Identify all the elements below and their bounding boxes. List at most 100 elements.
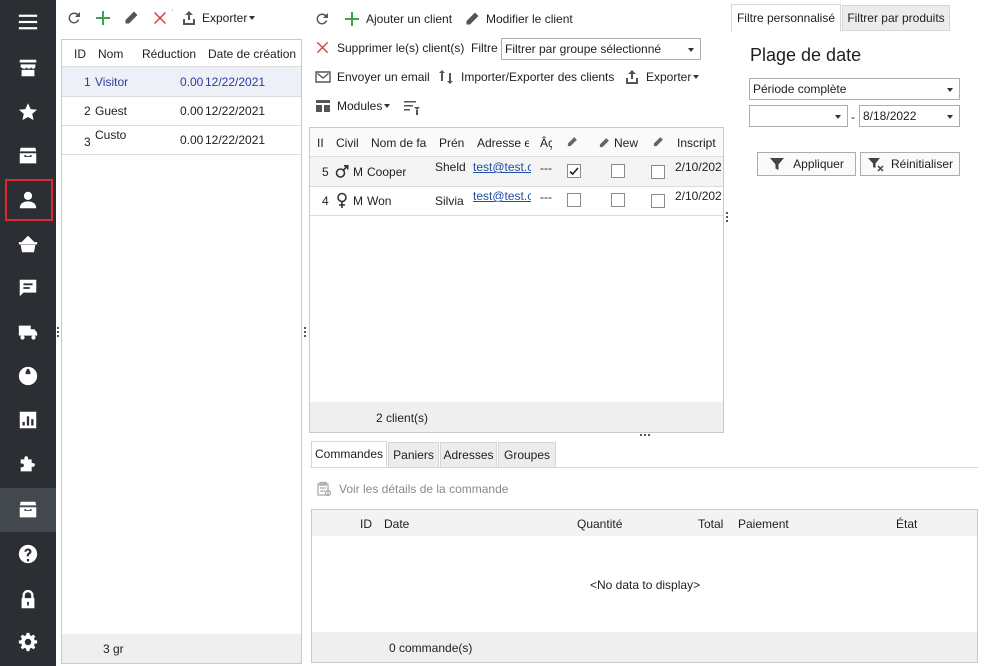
active-checkbox[interactable] <box>567 193 581 207</box>
sidebar-item-store[interactable] <box>0 46 56 90</box>
orders-col-payment[interactable]: Paiement <box>738 517 789 531</box>
orders-col-date[interactable]: Date <box>384 517 409 531</box>
edit-client-button[interactable]: Modifier le client <box>464 11 573 27</box>
orders-col-quantity[interactable]: Quantité <box>577 517 622 531</box>
chevron-down-icon <box>693 75 700 79</box>
groups-export-button[interactable]: Exporter <box>181 10 256 26</box>
clients-export-label: Exporter <box>646 70 692 84</box>
table-row[interactable]: 3 Custo 0.00 12/22/2021 <box>62 126 301 154</box>
modules-button[interactable]: Modules <box>315 98 391 114</box>
groups-refresh-button[interactable] <box>66 10 82 26</box>
groups-add-button[interactable] <box>95 10 111 26</box>
sidebar-item-settings[interactable] <box>0 620 56 664</box>
tab-custom-filter[interactable]: Filtre personnalisé <box>731 4 841 32</box>
newsletter-checkbox[interactable] <box>611 164 625 178</box>
optin-checkbox[interactable] <box>651 165 665 179</box>
sidebar-item-orders[interactable] <box>0 134 56 178</box>
date-range-title: Plage de date <box>750 45 862 65</box>
horizontal-splitter-handle[interactable] <box>640 434 650 437</box>
clients-col-registered[interactable]: Inscript <box>677 136 721 150</box>
clients-refresh-button[interactable] <box>314 11 330 27</box>
chevron-down-icon <box>835 115 841 119</box>
sidebar-item-help[interactable] <box>0 532 56 576</box>
sidebar-item-security[interactable] <box>0 578 56 622</box>
date-from-select[interactable] <box>749 105 848 127</box>
add-client-label: Ajouter un client <box>366 12 453 26</box>
chevron-down-icon <box>947 88 953 92</box>
filter-select[interactable]: Filtrer par groupe sélectionné <box>501 38 701 60</box>
filter-label: Filtre <box>471 41 498 55</box>
client-email-link[interactable]: test@test.c <box>473 160 531 174</box>
table-row[interactable]: 5 M Cooper Sheld test@test.c --- 2/10/20… <box>310 157 723 186</box>
date-to-select[interactable]: 8/18/2022 <box>859 105 960 127</box>
sidebar-item-shipping[interactable] <box>0 310 56 354</box>
middle-splitter-handle[interactable] <box>304 327 306 337</box>
pencil-icon <box>125 11 138 24</box>
refresh-icon <box>68 12 80 24</box>
sidebar-item-international[interactable] <box>0 354 56 398</box>
menu-icon <box>18 14 38 30</box>
clients-col-age[interactable]: Âç <box>540 136 552 150</box>
newsletter-checkbox[interactable] <box>611 193 625 207</box>
apply-button[interactable]: Appliquer <box>757 152 856 176</box>
orders-col-status[interactable]: État <box>896 517 917 531</box>
check-icon <box>569 167 579 176</box>
active-checkbox[interactable] <box>567 164 581 178</box>
right-splitter-handle[interactable] <box>726 212 728 222</box>
chevron-down-icon <box>688 48 694 52</box>
group-date: 12/22/2021 <box>205 75 266 89</box>
groups-count: 3 gr <box>103 642 124 656</box>
orders-col-total[interactable]: Total <box>698 517 723 531</box>
groups-edit-button[interactable] <box>123 10 139 26</box>
period-select[interactable]: Période complète <box>749 78 960 100</box>
reset-button[interactable]: Réinitialiser <box>860 152 960 176</box>
groups-col-id[interactable]: ID <box>74 47 86 61</box>
sidebar-item-modules[interactable] <box>0 442 56 486</box>
clients-col-optin[interactable] <box>652 136 664 148</box>
clients-col-firstname[interactable]: Prén <box>439 136 464 150</box>
client-firstname: Silvia <box>435 194 464 208</box>
modules-label: Modules <box>337 99 383 113</box>
import-export-button[interactable]: Importer/Exporter des clients <box>438 69 614 85</box>
tab-addresses[interactable]: Adresses <box>440 442 497 468</box>
tab-orders[interactable]: Commandes <box>311 441 387 467</box>
optin-checkbox[interactable] <box>651 194 665 208</box>
envelope-icon <box>315 71 331 83</box>
clients-col-civility[interactable]: Civil <box>336 136 362 150</box>
table-row[interactable]: 2 Guest 0.00 12/22/2021 <box>62 97 301 125</box>
tab-filter-by-products[interactable]: Filtrer par produits <box>842 5 950 31</box>
clients-col-id[interactable]: II <box>317 136 323 150</box>
groups-col-date[interactable]: Date de création <box>208 47 296 61</box>
clients-col-email[interactable]: Adresse e <box>477 136 529 150</box>
clients-col-newsletter[interactable]: New <box>598 136 638 150</box>
clients-col-active[interactable] <box>566 136 578 148</box>
clients-col-lastname[interactable]: Nom de fa <box>371 136 429 150</box>
tab-carts[interactable]: Paniers <box>388 442 439 468</box>
left-splitter-handle[interactable] <box>57 327 59 337</box>
orders-col-id[interactable]: ID <box>360 517 372 531</box>
sidebar-item-catalog[interactable] <box>0 90 56 134</box>
groups-delete-button[interactable] <box>152 10 168 26</box>
client-email-link[interactable]: test@test.c <box>473 189 531 203</box>
sidebar-item-carts[interactable] <box>0 222 56 266</box>
view-order-details-button[interactable]: Voir les détails de la commande <box>316 481 508 497</box>
sidebar-item-reviews[interactable] <box>0 266 56 310</box>
sidebar-item-stats[interactable] <box>0 398 56 442</box>
delete-clients-button[interactable]: Supprimer le(s) client(s) <box>315 40 464 55</box>
period-select-value: Période complète <box>753 82 847 96</box>
table-row[interactable]: 1 Visitor 0.00 12/22/2021 <box>62 67 301 96</box>
add-client-button[interactable]: Ajouter un client <box>344 11 452 27</box>
sidebar-item-archive[interactable] <box>0 488 56 532</box>
tab-groups[interactable]: Groupes <box>498 442 556 468</box>
groups-col-name[interactable]: Nom <box>98 47 123 61</box>
send-email-button[interactable]: Envoyer un email <box>315 69 430 85</box>
groups-col-reduction[interactable]: Réduction <box>142 47 196 61</box>
clients-export-button[interactable]: Exporter <box>624 69 700 85</box>
group-reduction: 0.00 <box>180 104 204 118</box>
sidebar-item-customers[interactable] <box>0 178 56 222</box>
orders-footer: 0 commande(s) <box>312 632 977 662</box>
table-row[interactable]: 4 M Won Silvia test@test.c --- 2/10/202 <box>310 187 723 215</box>
menu-button[interactable] <box>0 0 56 44</box>
truck-icon <box>18 325 38 340</box>
column-chooser-button[interactable] <box>403 98 421 116</box>
